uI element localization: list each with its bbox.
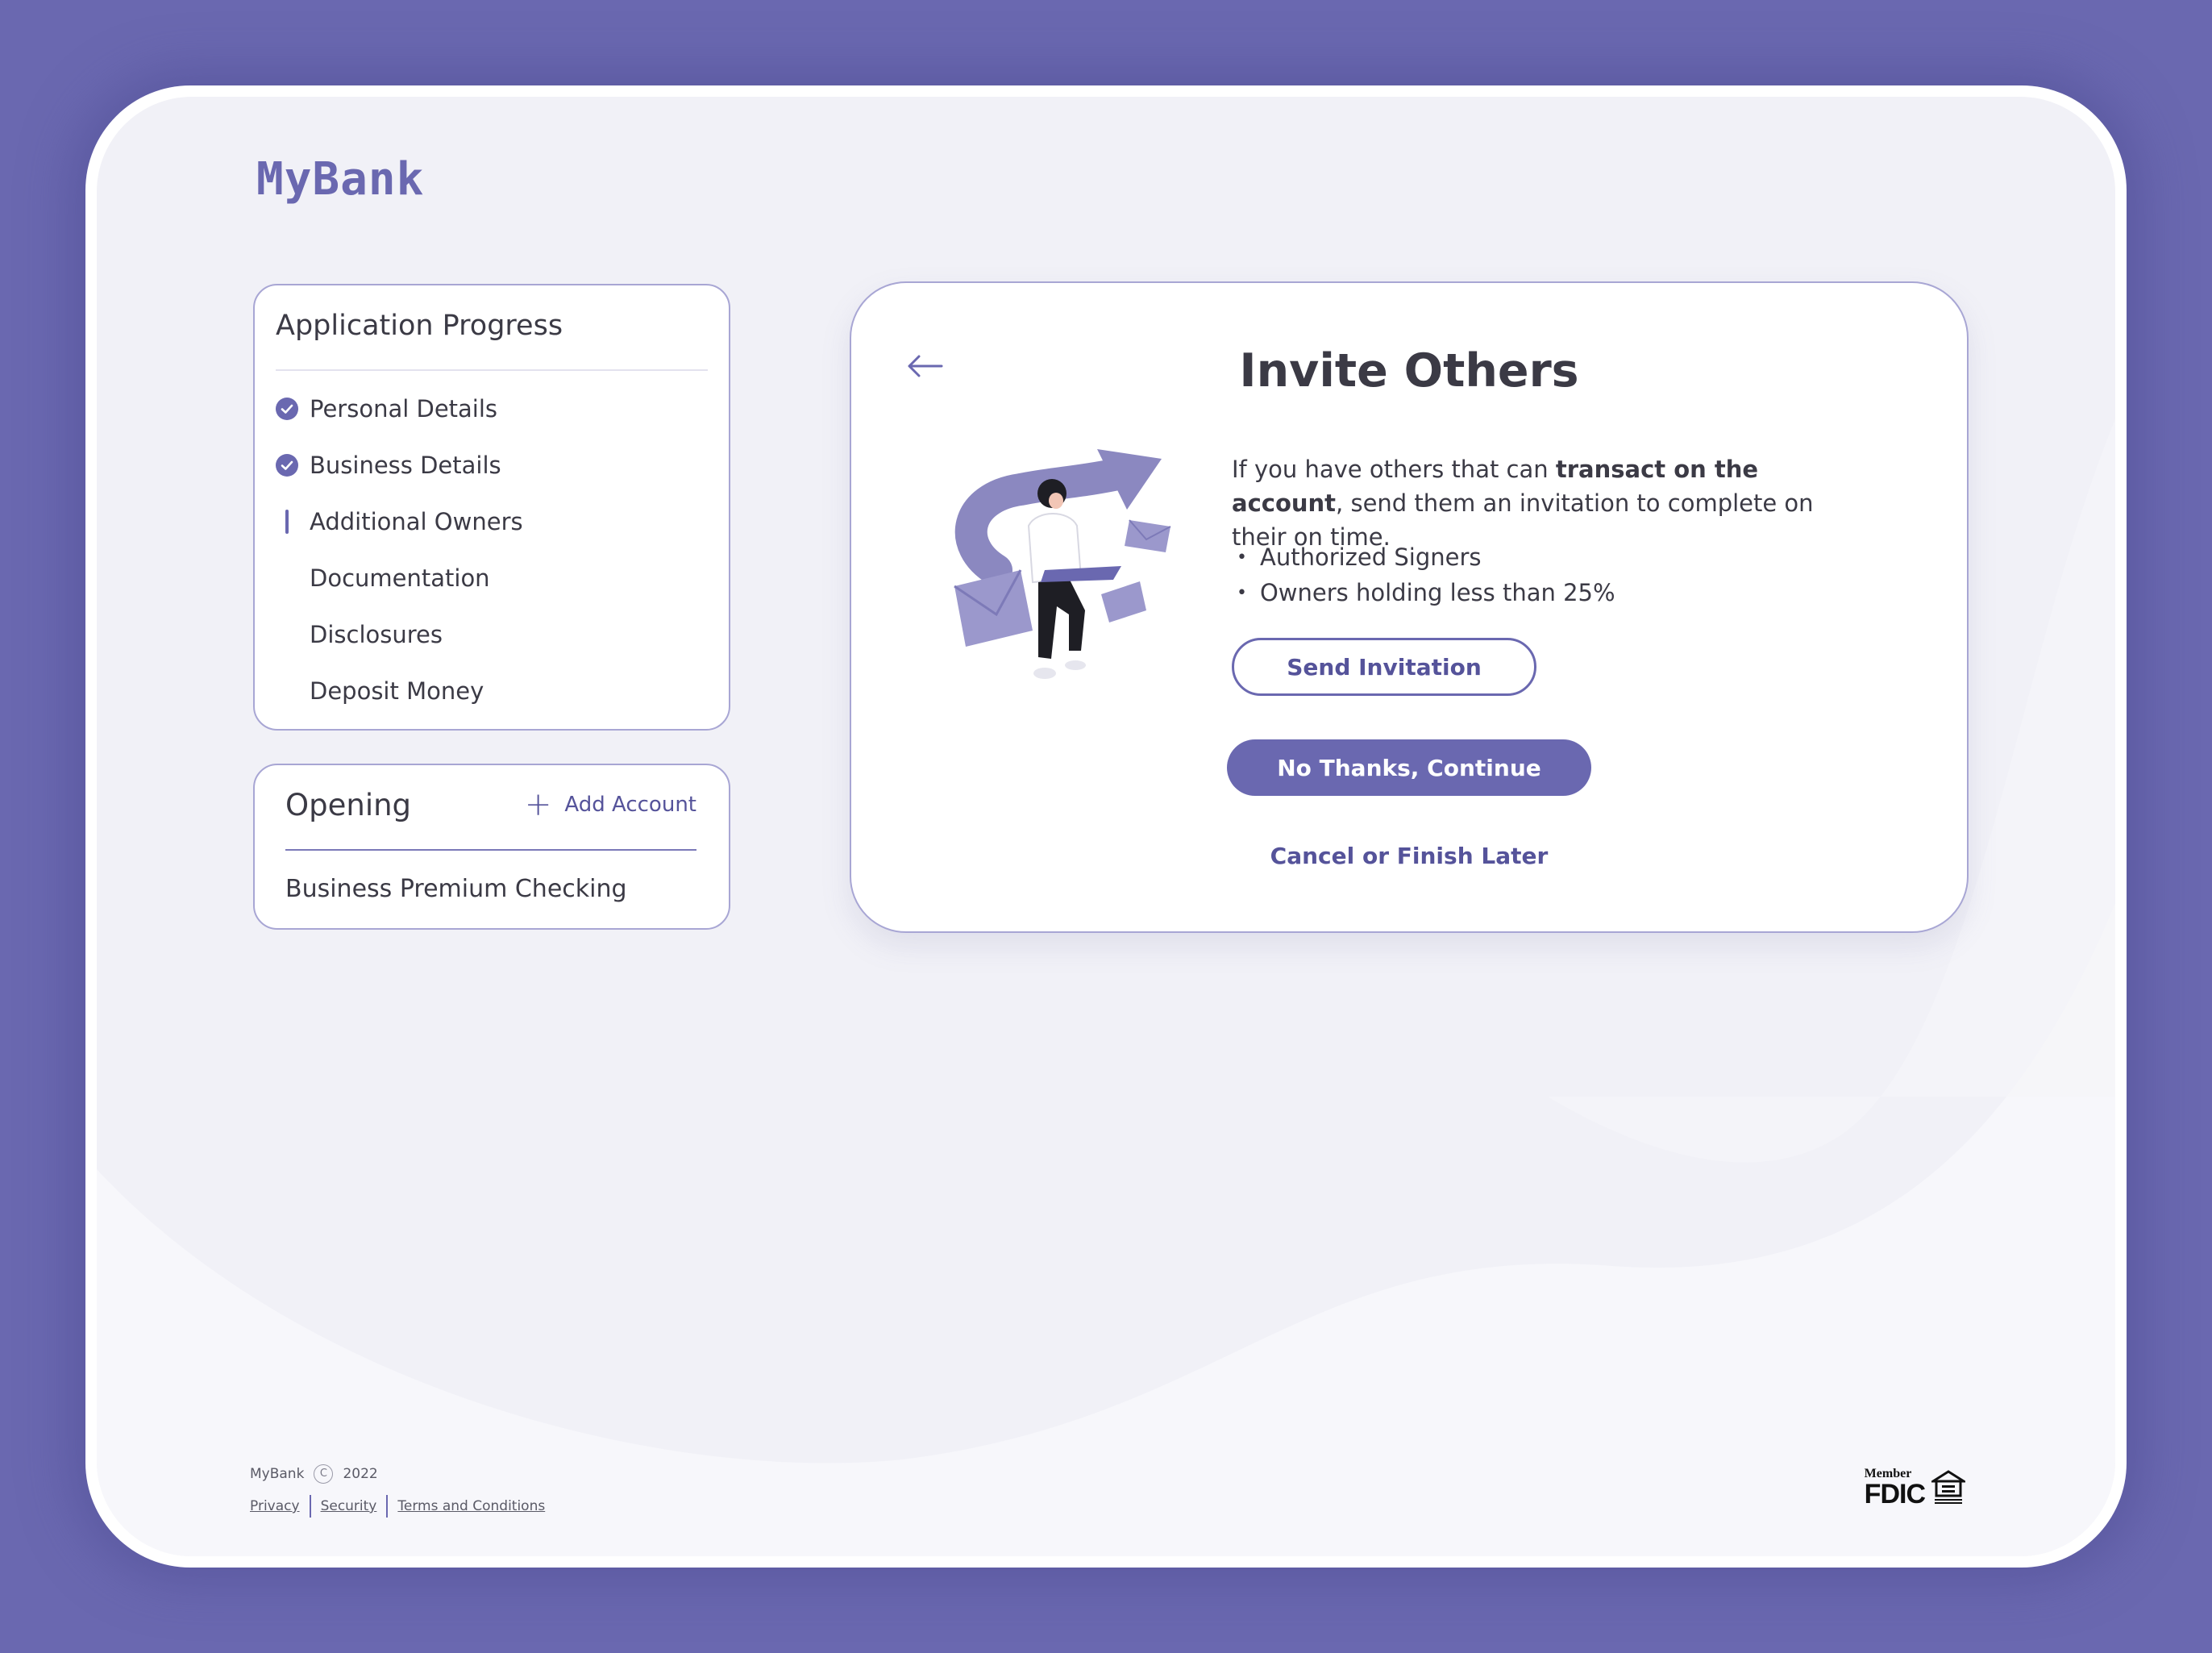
footer-brand: MyBank — [250, 1466, 305, 1482]
mybank-logo[interactable]: MyBank — [256, 153, 424, 206]
invite-description: If you have others that can transact on … — [1232, 456, 1814, 551]
equal-housing-lender-icon — [1931, 1470, 1965, 1504]
opening-divider — [285, 849, 696, 851]
link-divider — [386, 1495, 389, 1518]
terms-link[interactable]: Terms and Conditions — [397, 1498, 545, 1514]
app-screen: MyBank Application Progress Personal Det… — [97, 97, 2115, 1556]
step-label: Additional Owners — [310, 508, 523, 535]
copyright-icon: C — [314, 1464, 334, 1484]
step-additional-owners[interactable]: Additional Owners — [276, 508, 523, 535]
device-frame: MyBank Application Progress Personal Det… — [85, 85, 2127, 1568]
step-label: Disclosures — [310, 621, 443, 648]
step-label: Documentation — [310, 564, 490, 592]
invitee-types-list: Authorized Signers Owners holding less t… — [1237, 541, 1615, 612]
invite-others-card: Invite Others If you have others that ca… — [850, 281, 1969, 933]
footer-copyright: MyBank C 2022 — [250, 1464, 378, 1484]
progress-title: Application Progress — [276, 310, 563, 342]
footer-year: 2022 — [343, 1466, 378, 1482]
step-deposit-money: Deposit Money — [276, 677, 484, 705]
check-circle-icon — [276, 398, 298, 420]
link-divider — [309, 1495, 311, 1518]
check-circle-icon — [276, 454, 298, 477]
list-item: Owners holding less than 25% — [1237, 577, 1615, 612]
send-invitation-button[interactable]: Send Invitation — [1232, 638, 1536, 696]
fdic-badge: Member FDIC — [1865, 1468, 1965, 1508]
privacy-link[interactable]: Privacy — [250, 1498, 300, 1514]
list-item: Authorized Signers — [1237, 541, 1615, 577]
progress-divider — [276, 369, 708, 371]
fdic-logo-text: FDIC — [1864, 1479, 1926, 1509]
page-title: Invite Others — [1239, 344, 1579, 398]
security-link[interactable]: Security — [321, 1498, 377, 1514]
plus-icon: + — [524, 786, 552, 823]
step-disclosures: Disclosures — [276, 621, 443, 648]
current-step-indicator — [276, 510, 298, 534]
add-account-button[interactable]: + Add Account — [524, 786, 696, 823]
opening-card: Opening + Add Account Business Premium C… — [253, 764, 730, 930]
footer-links: Privacy Security Terms and Conditions — [250, 1495, 545, 1518]
step-business-details[interactable]: Business Details — [276, 452, 501, 479]
cancel-finish-later-link[interactable]: Cancel or Finish Later — [851, 843, 1967, 869]
opening-title: Opening — [285, 788, 412, 822]
step-label: Business Details — [310, 452, 501, 479]
invite-illustration — [954, 449, 1171, 679]
step-label: Deposit Money — [310, 677, 484, 705]
application-progress-card: Application Progress Personal Details Bu… — [253, 284, 730, 731]
step-personal-details[interactable]: Personal Details — [276, 395, 497, 423]
no-thanks-continue-button[interactable]: No Thanks, Continue — [1227, 739, 1591, 796]
opening-account-name: Business Premium Checking — [285, 875, 627, 903]
step-label: Personal Details — [310, 395, 498, 423]
add-account-label: Add Account — [564, 793, 696, 817]
step-documentation: Documentation — [276, 564, 490, 592]
